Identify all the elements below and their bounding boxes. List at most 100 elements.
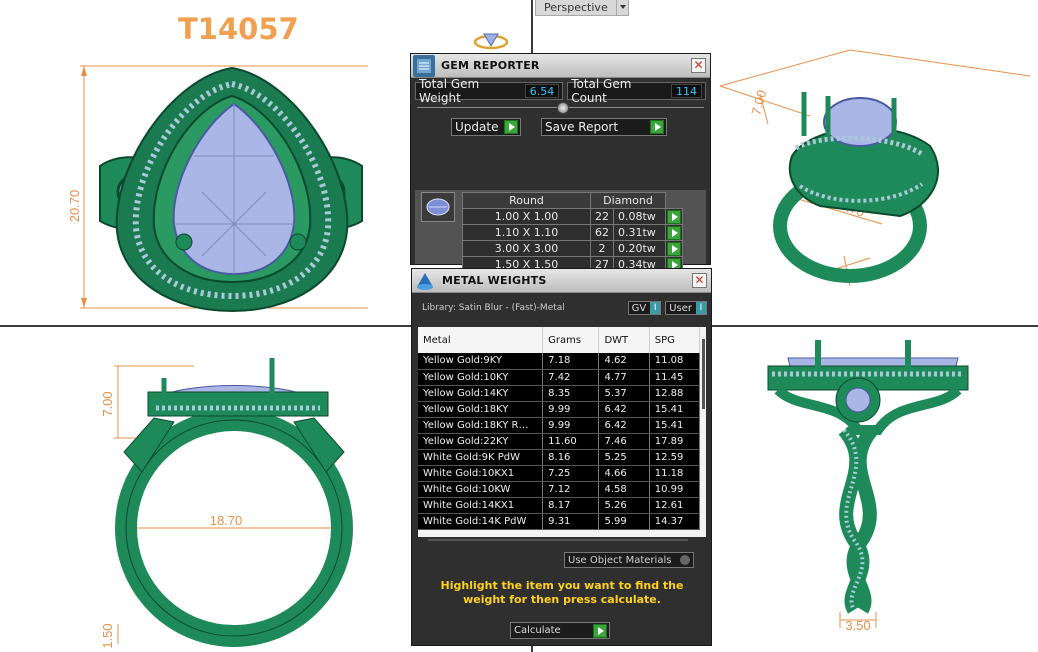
ring-side-view[interactable]: 3.50 bbox=[758, 330, 978, 630]
use-object-materials-label: Use Object Materials bbox=[568, 554, 672, 566]
total-gem-weight-value: 6.54 bbox=[524, 84, 560, 98]
gem-count: 2 bbox=[590, 240, 614, 257]
metal-spg: 11.08 bbox=[649, 353, 701, 370]
horizontal-scrollbar[interactable] bbox=[428, 539, 688, 541]
metal-name: White Gold:10KX1 bbox=[418, 465, 544, 482]
update-button[interactable]: Update bbox=[451, 118, 521, 136]
metal-dwt: 5.99 bbox=[598, 513, 650, 530]
vertical-scrollbar[interactable] bbox=[702, 339, 705, 409]
metal-row[interactable]: Yellow Gold:18KY R… 9.99 6.42 15.41 bbox=[418, 417, 701, 434]
metal-row[interactable]: White Gold:10KX1 7.25 4.66 11.18 bbox=[418, 465, 701, 482]
front-height-dimension: 7.00 bbox=[100, 391, 115, 416]
total-gem-count-value: 114 bbox=[671, 84, 702, 98]
gem-weight: 0.20tw bbox=[613, 240, 666, 257]
metal-row[interactable]: Yellow Gold:9KY 7.18 4.62 11.08 bbox=[418, 353, 701, 370]
metal-row[interactable]: Yellow Gold:18KY 9.99 6.42 15.41 bbox=[418, 401, 701, 418]
gem-size: 1.10 X 1.10 bbox=[462, 224, 591, 241]
gem-reporter-titlebar[interactable]: GEM REPORTER ✕ bbox=[411, 54, 710, 78]
metal-row[interactable]: White Gold:14K PdW 9.31 5.99 14.37 bbox=[418, 513, 701, 530]
calculate-button[interactable]: Calculate bbox=[510, 622, 610, 639]
calculate-button-label: Calculate bbox=[514, 625, 561, 636]
metal-name: Yellow Gold:9KY bbox=[418, 353, 544, 370]
metal-weights-icon bbox=[414, 270, 436, 292]
gem-reporter-splitter[interactable] bbox=[417, 102, 704, 114]
metal-grams: 7.25 bbox=[542, 465, 600, 482]
ring-logo-icon bbox=[473, 33, 509, 50]
select-gem-button[interactable] bbox=[665, 224, 683, 241]
viewport-mode-label: Perspective bbox=[535, 0, 617, 16]
side-band-dimension: 3.50 bbox=[845, 618, 870, 630]
gem-row[interactable]: 1.00 X 1.00 22 0.08tw bbox=[462, 208, 683, 225]
viewport-mode-dropdown[interactable]: Perspective bbox=[535, 0, 629, 16]
metal-row[interactable]: Yellow Gold:14KY 8.35 5.37 12.88 bbox=[418, 385, 701, 402]
model-code-title: T14057 bbox=[178, 12, 299, 46]
metal-dwt: 5.26 bbox=[598, 497, 650, 514]
metal-name: Yellow Gold:18KY R… bbox=[418, 417, 544, 434]
metal-grams: 7.42 bbox=[542, 369, 600, 386]
metal-name: White Gold:14KX1 bbox=[418, 497, 544, 514]
metal-spg: 15.41 bbox=[649, 417, 701, 434]
metal-spg: 17.89 bbox=[649, 433, 701, 450]
ring-perspective-view[interactable]: 7.00 18.70 bbox=[700, 46, 1036, 294]
gem-row[interactable]: 1.10 X 1.10 62 0.31tw bbox=[462, 224, 683, 241]
metal-dwt: 5.37 bbox=[598, 385, 650, 402]
gem-header-spacer bbox=[665, 192, 683, 209]
gem-count: 22 bbox=[590, 208, 614, 225]
play-icon bbox=[667, 241, 681, 256]
metal-row[interactable]: White Gold:9K PdW 8.16 5.25 12.59 bbox=[418, 449, 701, 466]
metal-name: Yellow Gold:10KY bbox=[418, 369, 544, 386]
save-report-button[interactable]: Save Report bbox=[541, 118, 667, 136]
metal-column-header[interactable]: DWT bbox=[598, 327, 650, 353]
ring-front-view[interactable]: 7.00 18.70 1.50 bbox=[94, 352, 384, 650]
gv-toggle[interactable]: GV I bbox=[627, 301, 662, 315]
metal-spg: 11.45 bbox=[649, 369, 701, 386]
user-toggle[interactable]: User I bbox=[665, 301, 707, 315]
play-icon bbox=[667, 225, 681, 240]
metal-row[interactable]: White Gold:14KX1 8.17 5.26 12.61 bbox=[418, 497, 701, 514]
metal-dwt: 4.58 bbox=[598, 481, 650, 498]
gem-row[interactable]: 3.00 X 3.00 2 0.20tw bbox=[462, 240, 683, 257]
gem-group-table: Round Diamond 1.00 X 1.00 22 0.08tw 1.10 X 1.… bbox=[462, 192, 683, 273]
metal-name: White Gold:10KW bbox=[418, 481, 544, 498]
metal-row[interactable]: Yellow Gold:10KY 7.42 4.77 11.45 bbox=[418, 369, 701, 386]
ring-top-view[interactable]: 20.70 bbox=[62, 56, 382, 318]
library-label: Library: Satin Blur - (Fast)-Metal bbox=[422, 303, 565, 313]
use-object-materials-toggle[interactable]: Use Object Materials bbox=[564, 552, 694, 568]
metal-weights-table[interactable]: Metal Grams DWT SPG Yellow Gold:9KY 7.18 4.62… bbox=[418, 327, 706, 537]
metal-row[interactable]: White Gold:10KW 7.12 4.58 10.99 bbox=[418, 481, 701, 498]
select-gem-button[interactable] bbox=[665, 240, 683, 257]
metal-row[interactable]: Yellow Gold:22KY 11.60 7.46 17.89 bbox=[418, 433, 701, 450]
metal-name: Yellow Gold:22KY bbox=[418, 433, 544, 450]
total-gem-count-label: Total Gem Count bbox=[571, 77, 632, 105]
select-gem-button[interactable] bbox=[665, 208, 683, 225]
hint-text: Highlight the item you want to find the … bbox=[440, 579, 684, 606]
toggle-indicator-icon: I bbox=[650, 302, 661, 314]
metal-weights-titlebar[interactable]: METAL WEIGHTS ✕ bbox=[412, 269, 711, 293]
total-gem-count: Total Gem Count 114 bbox=[567, 77, 706, 105]
user-toggle-label: User bbox=[669, 302, 692, 314]
gem-shape-thumbnail[interactable] bbox=[421, 192, 455, 222]
radio-icon bbox=[680, 555, 690, 565]
metal-name: White Gold:9K PdW bbox=[418, 449, 544, 466]
metal-grams: 11.60 bbox=[542, 433, 600, 450]
gem-reporter-icon bbox=[413, 54, 435, 77]
play-icon bbox=[667, 209, 681, 224]
save-report-button-label: Save Report bbox=[545, 120, 619, 134]
metal-column-header[interactable]: Metal bbox=[418, 327, 544, 353]
gem-size: 1.00 X 1.00 bbox=[462, 208, 591, 225]
metal-column-header[interactable]: SPG bbox=[649, 327, 701, 353]
metal-dwt: 6.42 bbox=[598, 401, 650, 418]
metal-spg: 12.61 bbox=[649, 497, 701, 514]
splitter-knob[interactable] bbox=[557, 102, 569, 114]
close-icon[interactable]: ✕ bbox=[692, 273, 707, 288]
metal-spg: 12.59 bbox=[649, 449, 701, 466]
gem-group-header: Round Diamond bbox=[462, 192, 683, 209]
play-icon bbox=[504, 120, 518, 134]
gem-reporter-panel: GEM REPORTER ✕ Total Gem Weight 6.54 Tot… bbox=[410, 53, 711, 311]
play-icon bbox=[650, 120, 664, 134]
chevron-down-icon[interactable] bbox=[616, 0, 629, 16]
metal-spg: 15.41 bbox=[649, 401, 701, 418]
close-icon[interactable]: ✕ bbox=[691, 58, 706, 73]
metal-dwt: 5.25 bbox=[598, 449, 650, 466]
metal-column-header[interactable]: Grams bbox=[542, 327, 600, 353]
